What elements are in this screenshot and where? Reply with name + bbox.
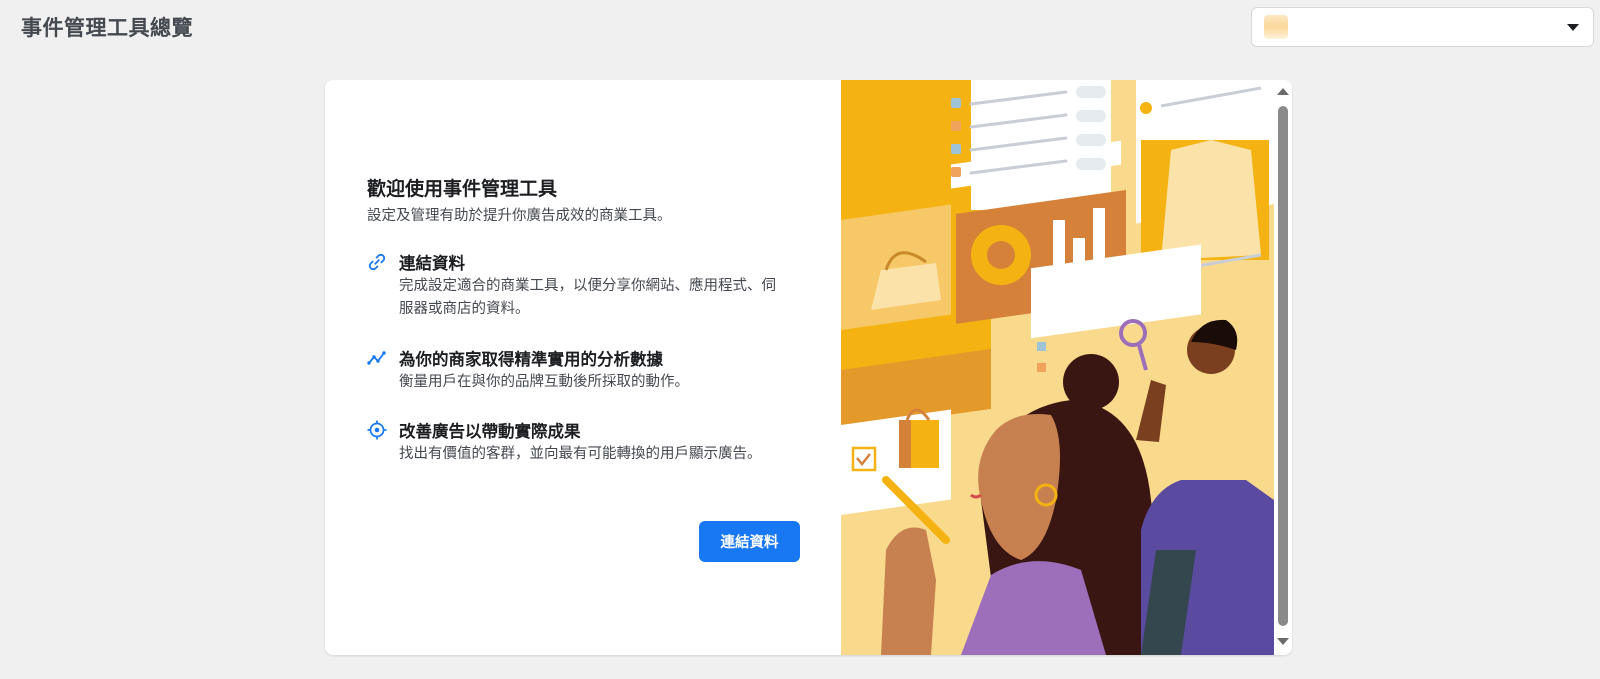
feature-description: 完成設定適合的商業工具，以便分享你網站、應用程式、伺服器或商店的資料。 — [399, 278, 776, 317]
target-icon — [367, 420, 387, 440]
illustration-artwork — [841, 80, 1274, 655]
link-icon — [368, 253, 386, 271]
feature-description: 衡量用戶在與你的品牌互動後所採取的動作。 — [399, 374, 689, 390]
feature-title: 為你的商家取得精準實用的分析數據 — [399, 350, 663, 369]
feature-description: 找出有價值的客群，並向最有可能轉換的用戶顯示廣告。 — [399, 446, 762, 462]
illustration — [841, 80, 1274, 655]
welcome-card: 歡迎使用事件管理工具 設定及管理有助於提升你廣告成效的商業工具。 連結資料 完成… — [325, 80, 1292, 655]
feature-title: 改善廣告以帶動實際成果 — [399, 422, 581, 441]
welcome-panel: 歡迎使用事件管理工具 設定及管理有助於提升你廣告成效的商業工具。 連結資料 完成… — [325, 80, 841, 655]
connect-data-button[interactable]: 連結資料 — [699, 521, 800, 562]
welcome-title: 歡迎使用事件管理工具 — [367, 178, 558, 200]
account-selector[interactable] — [1251, 7, 1594, 47]
scroll-thumb[interactable] — [1278, 106, 1288, 626]
scroll-down-arrow-icon[interactable] — [1277, 638, 1289, 645]
vertical-scrollbar[interactable] — [1274, 80, 1292, 655]
trend-line-icon — [367, 351, 386, 365]
welcome-subtitle: 設定及管理有助於提升你廣告成效的商業工具。 — [367, 208, 672, 224]
feature-title: 連結資料 — [399, 254, 465, 273]
scroll-up-arrow-icon[interactable] — [1277, 88, 1289, 95]
page-title: 事件管理工具總覽 — [21, 16, 193, 40]
account-avatar — [1264, 15, 1288, 39]
chevron-down-icon[interactable] — [1567, 23, 1579, 31]
